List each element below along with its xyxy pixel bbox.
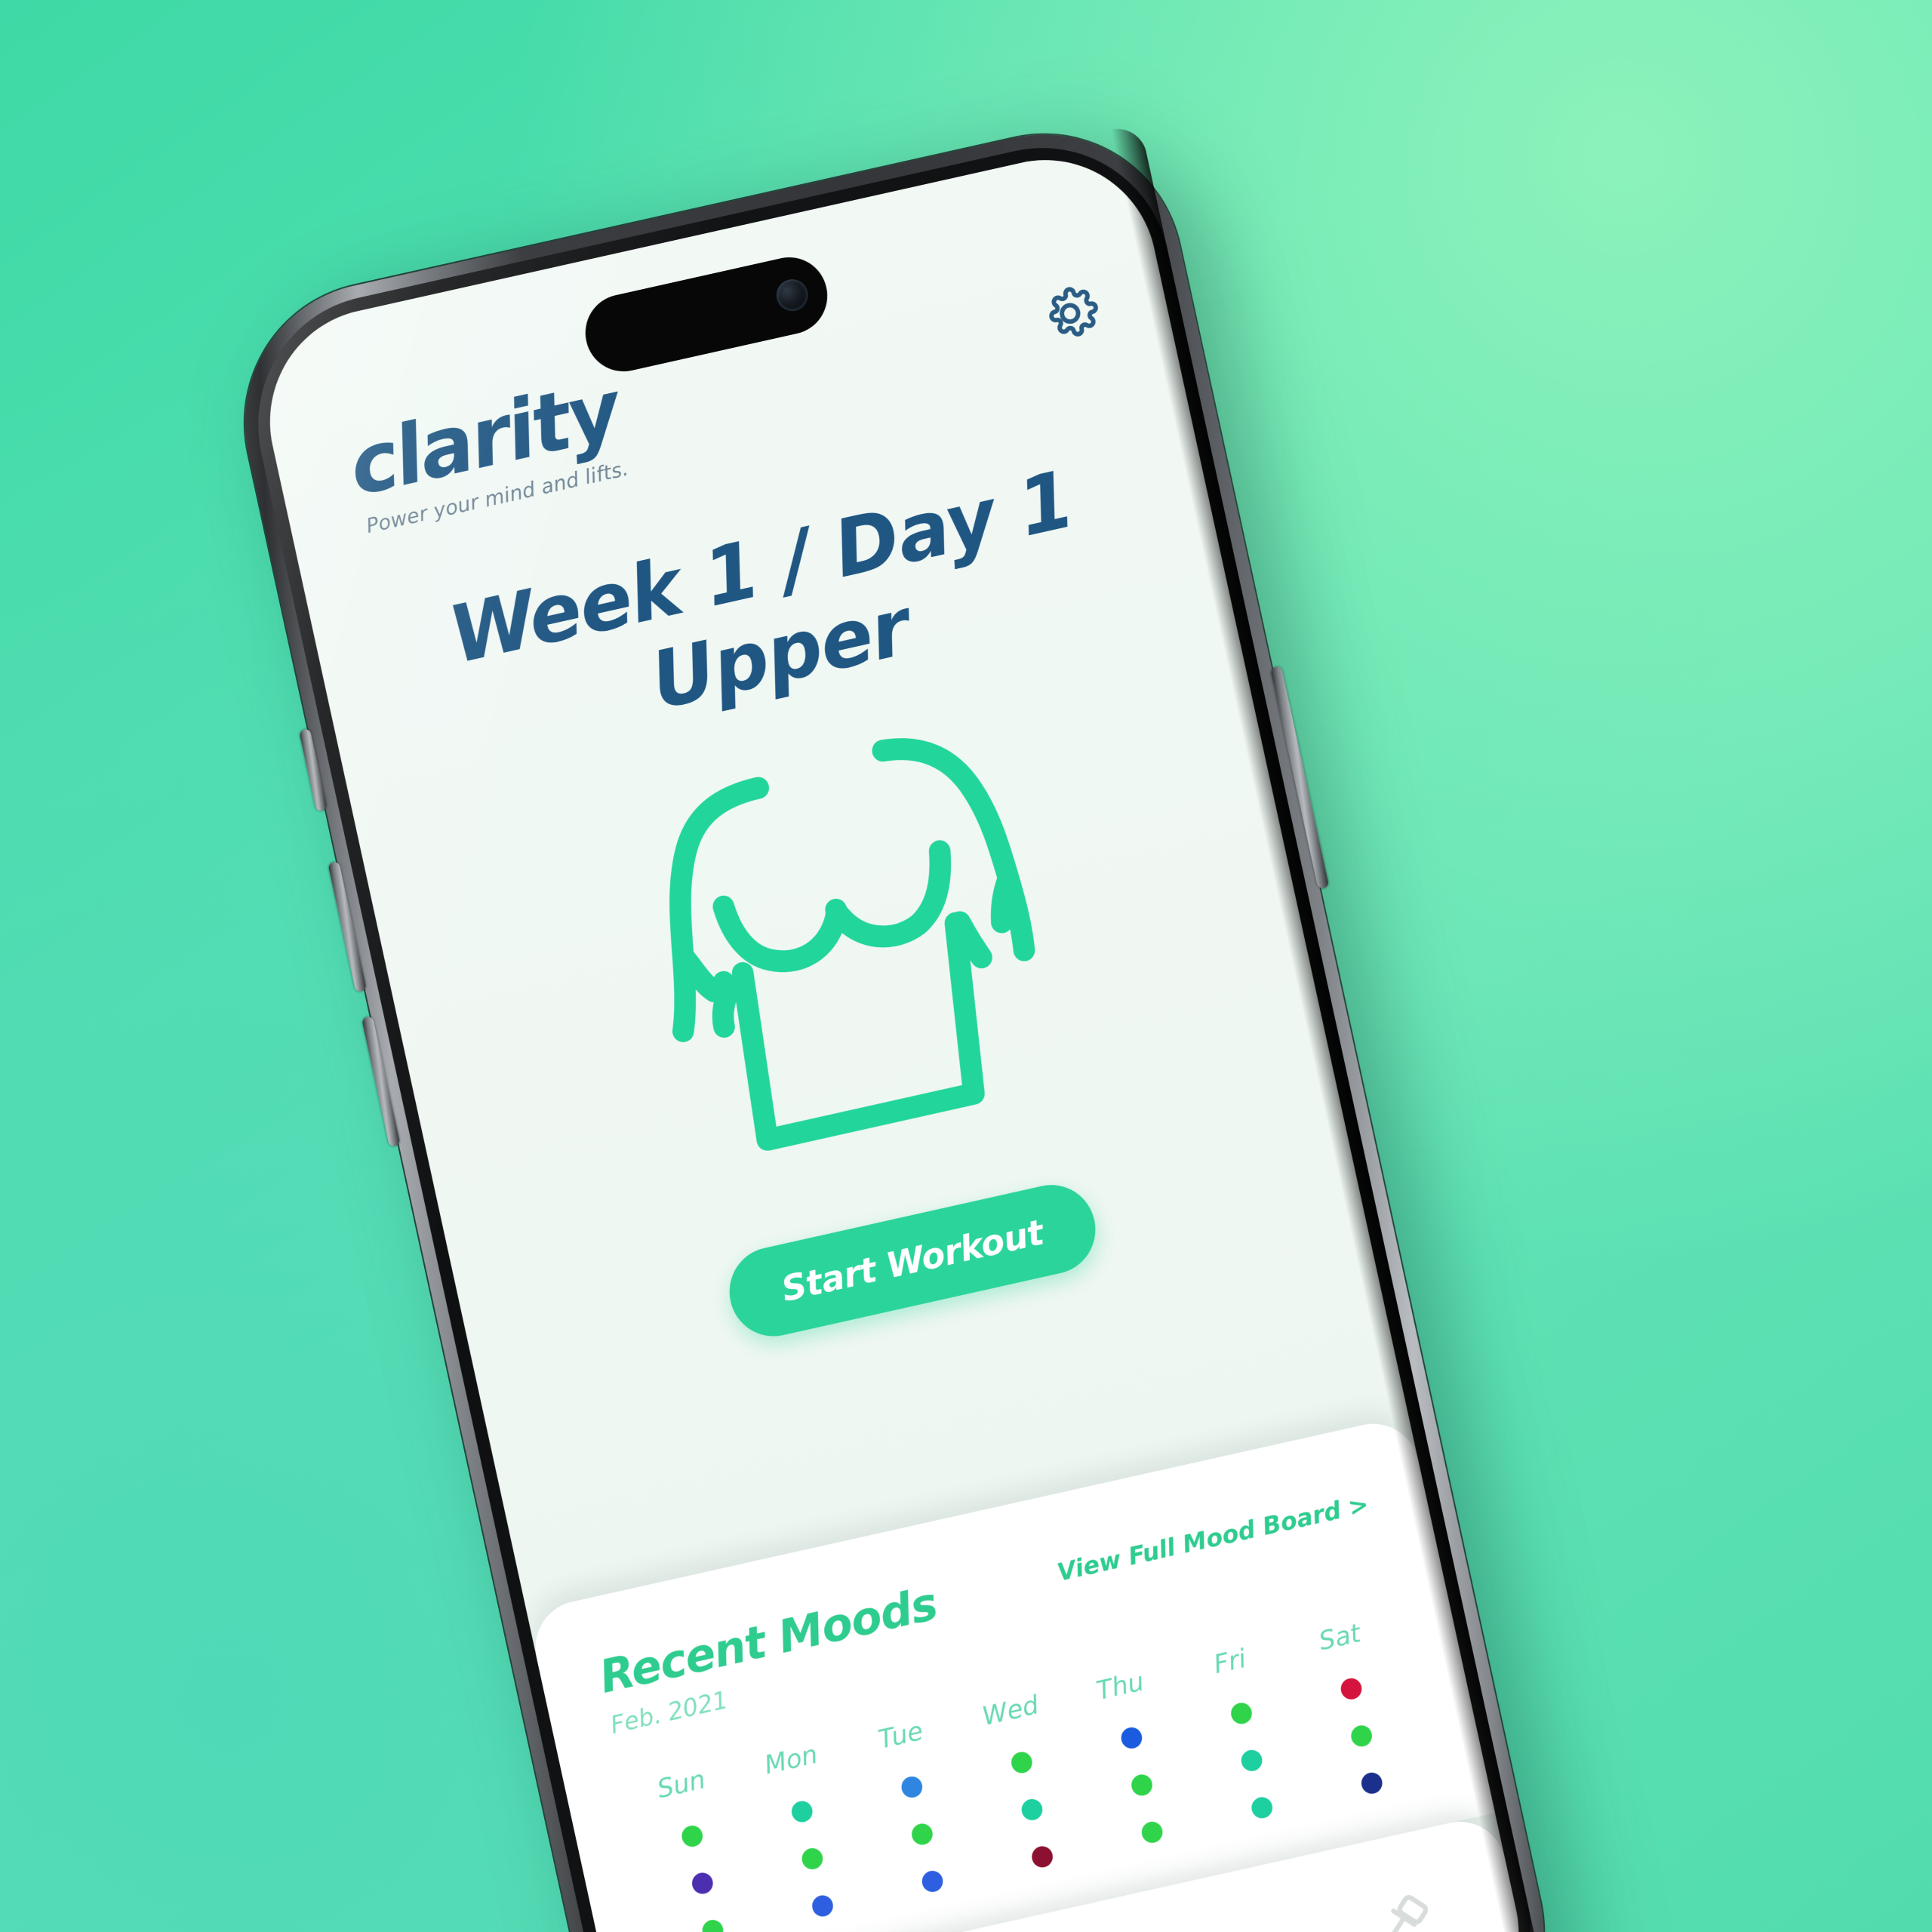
dumbbell-icon (1378, 1895, 1429, 1932)
recent-moods-header: Recent Moods Feb. 2021 View Full Mood Bo… (595, 1481, 1382, 1740)
mood-dot-cell[interactable] (1195, 1738, 1309, 1783)
phone-mockup: clarity Power your mind and lifts. Week … (218, 107, 1606, 1932)
mood-dot (899, 1774, 924, 1800)
mood-dot-cell[interactable] (875, 1859, 989, 1904)
mood-dot (1009, 1749, 1035, 1776)
mood-dot-cell[interactable] (1075, 1715, 1189, 1761)
mood-dot (1019, 1797, 1044, 1823)
mood-dot-cell[interactable] (656, 1908, 770, 1932)
mood-dot-cell[interactable] (985, 1834, 1099, 1879)
mood-dot (680, 1823, 706, 1849)
mood-day-label: Mon (761, 1739, 820, 1781)
mood-dot-cell[interactable] (745, 1789, 859, 1834)
mood-dot (1140, 1820, 1164, 1845)
recent-moods-card: Recent Moods Feb. 2021 View Full Mood Bo… (526, 1414, 1495, 1932)
start-workout-button[interactable]: Start Workout (721, 1176, 1104, 1345)
mood-dot-cell[interactable] (755, 1836, 869, 1881)
mood-dot (690, 1870, 715, 1897)
mood-dot (1029, 1844, 1055, 1870)
upper-body-torso-icon (669, 737, 1035, 1151)
gear-icon (1049, 287, 1098, 337)
mood-dot-cell[interactable] (1095, 1810, 1209, 1855)
mood-dot (909, 1821, 935, 1847)
mood-dot-cell[interactable] (1184, 1690, 1298, 1736)
mood-dot (1118, 1725, 1144, 1751)
mood-dot-cell[interactable] (1084, 1762, 1198, 1807)
settings-button[interactable] (1032, 275, 1108, 352)
mood-dot (1349, 1723, 1374, 1749)
mood-dot-cell[interactable] (1204, 1785, 1318, 1830)
start-workout-label: Start Workout (777, 1211, 1048, 1310)
mood-dot (800, 1846, 826, 1872)
mood-day-label: Sun (654, 1764, 709, 1805)
view-full-mood-board-link[interactable]: View Full Mood Board > (1054, 1490, 1371, 1587)
mood-dot (1249, 1795, 1275, 1821)
mood-day-label: Thu (1094, 1666, 1147, 1706)
mood-dot (1229, 1700, 1254, 1727)
mood-dot (789, 1798, 815, 1825)
mood-dot-cell[interactable] (635, 1814, 749, 1859)
app-logo: clarity Power your mind and lifts. (341, 363, 632, 539)
mood-dot (1358, 1770, 1384, 1796)
mood-dot-cell[interactable] (975, 1787, 1089, 1832)
mood-dot-cell[interactable] (1294, 1666, 1407, 1712)
mood-dot (920, 1869, 946, 1894)
mood-dot (1238, 1748, 1264, 1774)
mood-dot-cell[interactable] (964, 1740, 1078, 1785)
mood-dot (1129, 1772, 1155, 1798)
mood-dot-cell[interactable] (1315, 1761, 1429, 1806)
mood-dot (810, 1893, 835, 1919)
screenshot-stage: clarity Power your mind and lifts. Week … (0, 0, 1932, 1932)
mood-dot (1338, 1676, 1364, 1702)
mood-dot (700, 1918, 726, 1932)
front-camera-icon (773, 276, 811, 315)
mood-dot-cell[interactable] (646, 1860, 760, 1906)
mood-dot-row (656, 1761, 1429, 1932)
mood-dot-cell[interactable] (766, 1883, 880, 1928)
